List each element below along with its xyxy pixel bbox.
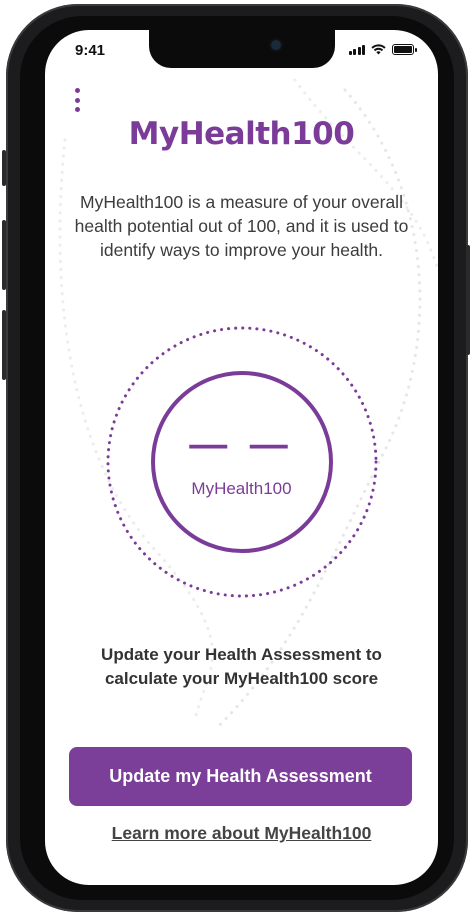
status-time: 9:41 <box>75 42 106 59</box>
side-button <box>2 150 6 186</box>
camera-icon <box>271 40 281 50</box>
volume-up-button <box>2 220 6 290</box>
power-button <box>466 245 470 355</box>
status-icons <box>348 44 417 55</box>
signal-icon <box>348 44 365 55</box>
learn-more-link[interactable]: Learn more about MyHealth100 <box>45 823 438 844</box>
description-text: MyHealth100 is a measure of your overall… <box>74 192 409 260</box>
app-screen: 9:41 MyHealth100 MyHealth100 is a measur… <box>45 30 438 885</box>
update-assessment-button[interactable]: Update my Health Assessment <box>69 747 412 806</box>
more-options-icon[interactable] <box>67 86 87 114</box>
notch <box>149 30 335 68</box>
page-title: MyHealth100 <box>128 116 355 152</box>
volume-down-button <box>2 310 6 380</box>
score-label: MyHealth100 <box>191 479 292 498</box>
score-value: — — <box>189 424 294 466</box>
battery-icon <box>392 44 417 55</box>
wifi-icon <box>371 44 386 55</box>
update-prompt: Update your Health Assessment to calcula… <box>101 645 382 688</box>
